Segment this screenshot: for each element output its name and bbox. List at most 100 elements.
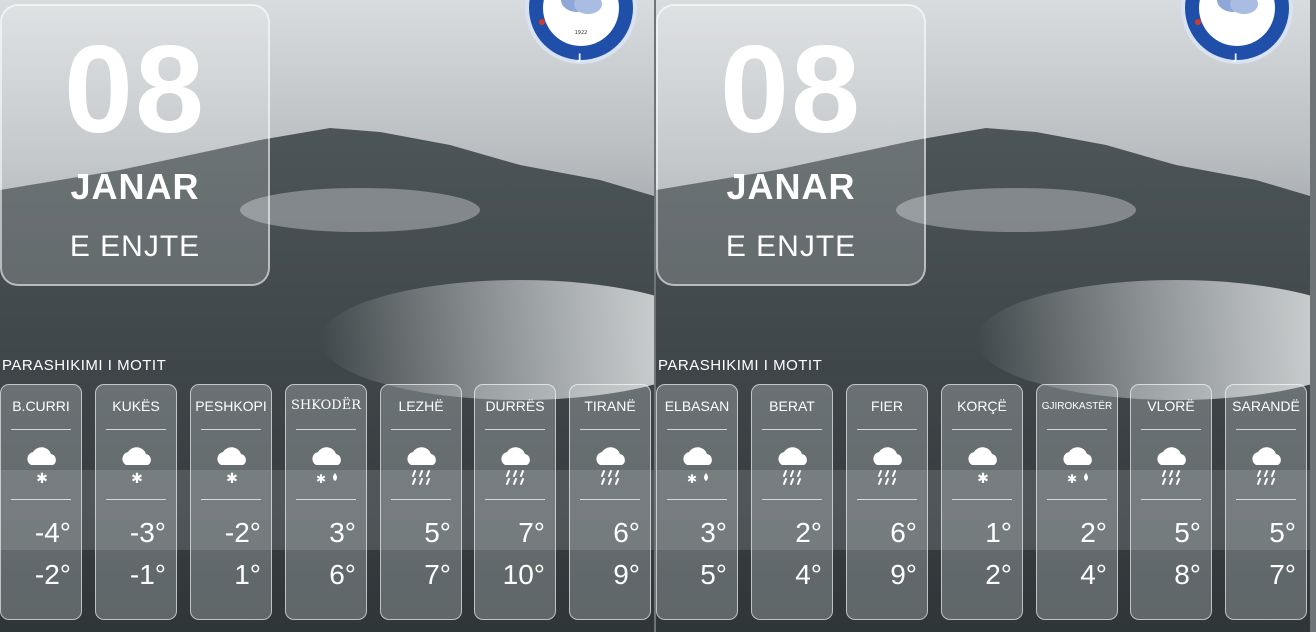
max-temperature: 5° — [424, 517, 451, 548]
divider — [1141, 499, 1201, 500]
divider — [106, 429, 166, 430]
section-title: PARASHIKIMI I MOTIT — [658, 357, 823, 374]
divider — [11, 429, 71, 430]
city-name: LEZHË — [398, 398, 444, 414]
min-temperature: 9° — [890, 559, 917, 590]
cloud-snow-icon: ✱ — [27, 447, 56, 487]
divider — [201, 499, 261, 500]
min-temperature: 2° — [985, 559, 1012, 590]
city-card: B.CURRI ✱ -4° -2° — [0, 384, 82, 620]
max-temperature: 7° — [518, 517, 545, 548]
divider — [106, 499, 166, 500]
min-temperature: 7° — [1269, 559, 1296, 590]
meteo-logo-icon: 1922 P L J — [525, 0, 637, 64]
svg-text:J: J — [577, 53, 581, 63]
svg-text:✱: ✱ — [226, 471, 238, 487]
city-name: BERAT — [769, 398, 815, 414]
city-card: PESHKOPI ✱ -2° 1° — [190, 384, 272, 620]
city-card: SHKODËR ✱ 3° 6° — [285, 384, 367, 620]
city-card: DURRËS 7° 10° — [474, 384, 556, 620]
city-name: VLORË — [1147, 398, 1195, 414]
svg-text:1922: 1922 — [575, 30, 588, 36]
city-name: SHKODËR — [291, 398, 361, 413]
svg-text:✱: ✱ — [977, 471, 989, 487]
svg-text:P: P — [1190, 0, 1197, 1]
city-card: SARANDË 5° 7° — [1225, 384, 1307, 620]
max-temperature: 2° — [795, 517, 822, 548]
max-temperature: -3° — [129, 517, 166, 548]
divider — [857, 499, 917, 500]
divider — [1141, 429, 1201, 430]
date-card: 08 JANAR E ENJTE — [0, 4, 270, 286]
svg-text:✱: ✱ — [316, 472, 326, 486]
divider — [201, 429, 261, 430]
cloud-sleet-icon: ✱ — [1063, 447, 1092, 486]
weekday-name: E ENJTE — [725, 230, 857, 263]
city-card: KUKËS ✱ -3° -1° — [95, 384, 177, 620]
divider — [762, 429, 822, 430]
divider — [762, 499, 822, 500]
city-card: BERAT 2° 4° — [751, 384, 833, 620]
city-name: FIER — [871, 398, 903, 414]
min-temperature: 4° — [795, 559, 822, 590]
date-card: 08 JANAR E ENJTE — [656, 4, 926, 286]
max-temperature: 6° — [890, 517, 917, 548]
city-card: GJIROKASTËR ✱ 2° 4° — [1036, 384, 1118, 620]
city-card: FIER 6° 9° — [846, 384, 928, 620]
city-name: DURRËS — [485, 398, 545, 414]
cloud-rain-icon — [1157, 447, 1186, 485]
city-card: TIRANË 6° 9° — [569, 384, 651, 620]
city-name: KORÇË — [957, 398, 1007, 414]
max-temperature: 5° — [1174, 517, 1201, 548]
divider — [580, 429, 640, 430]
svg-text:✱: ✱ — [687, 472, 697, 486]
max-temperature: 3° — [329, 517, 356, 548]
cloud-snow-icon: ✱ — [217, 447, 246, 487]
min-temperature: 6° — [329, 559, 356, 590]
max-temperature: 5° — [1269, 517, 1296, 548]
svg-text:L: L — [1278, 0, 1285, 1]
city-name: PESHKOPI — [195, 398, 267, 414]
cloud-rain-icon — [407, 447, 436, 485]
divider — [391, 429, 451, 430]
divider — [391, 499, 451, 500]
max-temperature: 2° — [1080, 517, 1107, 548]
divider — [667, 499, 727, 500]
svg-text:✱: ✱ — [131, 471, 143, 487]
min-temperature: 5° — [700, 559, 727, 590]
divider — [857, 429, 917, 430]
min-temperature: -1° — [129, 559, 166, 590]
city-card: VLORË 5° 8° — [1130, 384, 1212, 620]
divider — [11, 499, 71, 500]
city-name: ELBASAN — [664, 398, 730, 414]
svg-text:J: J — [1233, 53, 1237, 63]
city-name: GJIROKASTËR — [1041, 401, 1113, 412]
cloud-rain-icon — [873, 447, 902, 485]
divider — [296, 429, 356, 430]
section-title: PARASHIKIMI I MOTIT — [2, 357, 167, 374]
divider — [952, 499, 1012, 500]
cloud-sleet-icon: ✱ — [683, 447, 712, 486]
city-cards-row: ELBASAN ✱ 3° 5° BERAT 2° 4° FIER 6° 9° K… — [656, 384, 1310, 622]
city-card: LEZHË 5° 7° — [380, 384, 462, 620]
min-temperature: -2° — [34, 559, 71, 590]
max-temperature: 1° — [985, 517, 1012, 548]
divider — [296, 499, 356, 500]
svg-text:P: P — [534, 0, 541, 1]
divider — [1047, 499, 1107, 500]
day-number: 08 — [720, 21, 862, 159]
cloud-rain-icon — [501, 447, 530, 485]
cloud-rain-icon — [1252, 447, 1281, 485]
max-temperature: 3° — [700, 517, 727, 548]
cloud-snow-icon: ✱ — [968, 447, 997, 487]
meteo-logo-icon: P L J — [1181, 0, 1293, 64]
city-card: ELBASAN ✱ 3° 5° — [656, 384, 738, 620]
min-temperature: 7° — [424, 559, 451, 590]
city-name: TIRANË — [584, 398, 636, 414]
min-temperature: 4° — [1080, 559, 1107, 590]
divider — [485, 499, 545, 500]
city-card: KORÇË ✱ 1° 2° — [941, 384, 1023, 620]
cloud-rain-icon — [778, 447, 807, 485]
min-temperature: 8° — [1174, 559, 1201, 590]
city-name: SARANDË — [1232, 398, 1300, 414]
